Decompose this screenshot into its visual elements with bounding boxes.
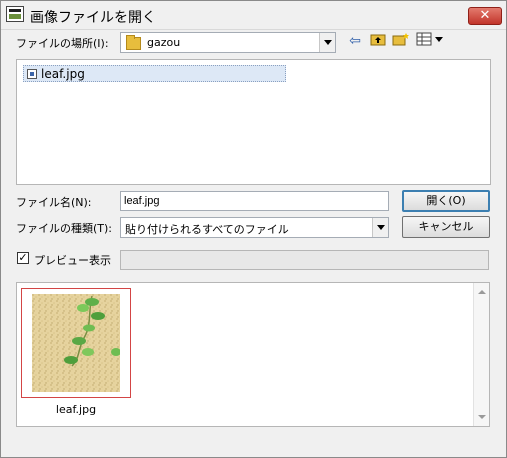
filename-label: ファイル名(N):: [16, 196, 92, 209]
filetype-label: ファイルの種類(T):: [16, 222, 113, 235]
chevron-down-icon[interactable]: [372, 218, 388, 237]
title-bar: 画像ファイルを開く ✕: [1, 1, 506, 30]
preview-checkbox-label[interactable]: プレビュー表示: [34, 252, 111, 268]
list-item[interactable]: leaf.jpg: [23, 65, 286, 82]
location-combo[interactable]: gazou: [120, 32, 336, 53]
vertical-scrollbar[interactable]: [473, 283, 489, 426]
open-button[interactable]: 開く(O): [402, 190, 490, 212]
leaf-thumbnail-image: [32, 294, 120, 392]
up-folder-icon[interactable]: [369, 32, 387, 50]
filename-input[interactable]: [120, 191, 389, 211]
window-title: 画像ファイルを開く: [30, 10, 156, 26]
thumbnail-caption: leaf.jpg: [55, 403, 97, 416]
filetype-select[interactable]: 貼り付けられるすべてのファイル: [120, 217, 389, 238]
filetype-value: 貼り付けられるすべてのファイル: [125, 223, 289, 236]
cancel-button[interactable]: キャンセル: [402, 216, 490, 238]
file-name: leaf.jpg: [41, 67, 85, 81]
folder-icon: [126, 35, 141, 50]
preview-path-field: [120, 250, 489, 270]
scroll-down-icon[interactable]: [478, 415, 486, 419]
scroll-up-icon[interactable]: [478, 290, 486, 294]
location-label: ファイルの場所(I):: [16, 37, 109, 50]
image-app-icon: [6, 6, 24, 22]
file-list[interactable]: leaf.jpg: [16, 59, 491, 185]
view-menu-icon[interactable]: [415, 32, 445, 50]
thumbnail-item[interactable]: [21, 288, 131, 398]
image-file-icon: [27, 69, 37, 79]
back-arrow-icon[interactable]: ⇦: [346, 32, 364, 50]
chevron-down-icon[interactable]: [319, 33, 335, 52]
preview-checkbox[interactable]: ✓: [17, 252, 29, 264]
close-button[interactable]: ✕: [468, 7, 502, 25]
new-folder-icon[interactable]: [392, 32, 410, 50]
location-folder-name: gazou: [147, 36, 181, 49]
thumbnail-panel[interactable]: leaf.jpg: [16, 282, 490, 427]
open-image-dialog: 画像ファイルを開く ✕ ファイルの場所(I): gazou ⇦ leaf.jpg…: [0, 0, 507, 458]
